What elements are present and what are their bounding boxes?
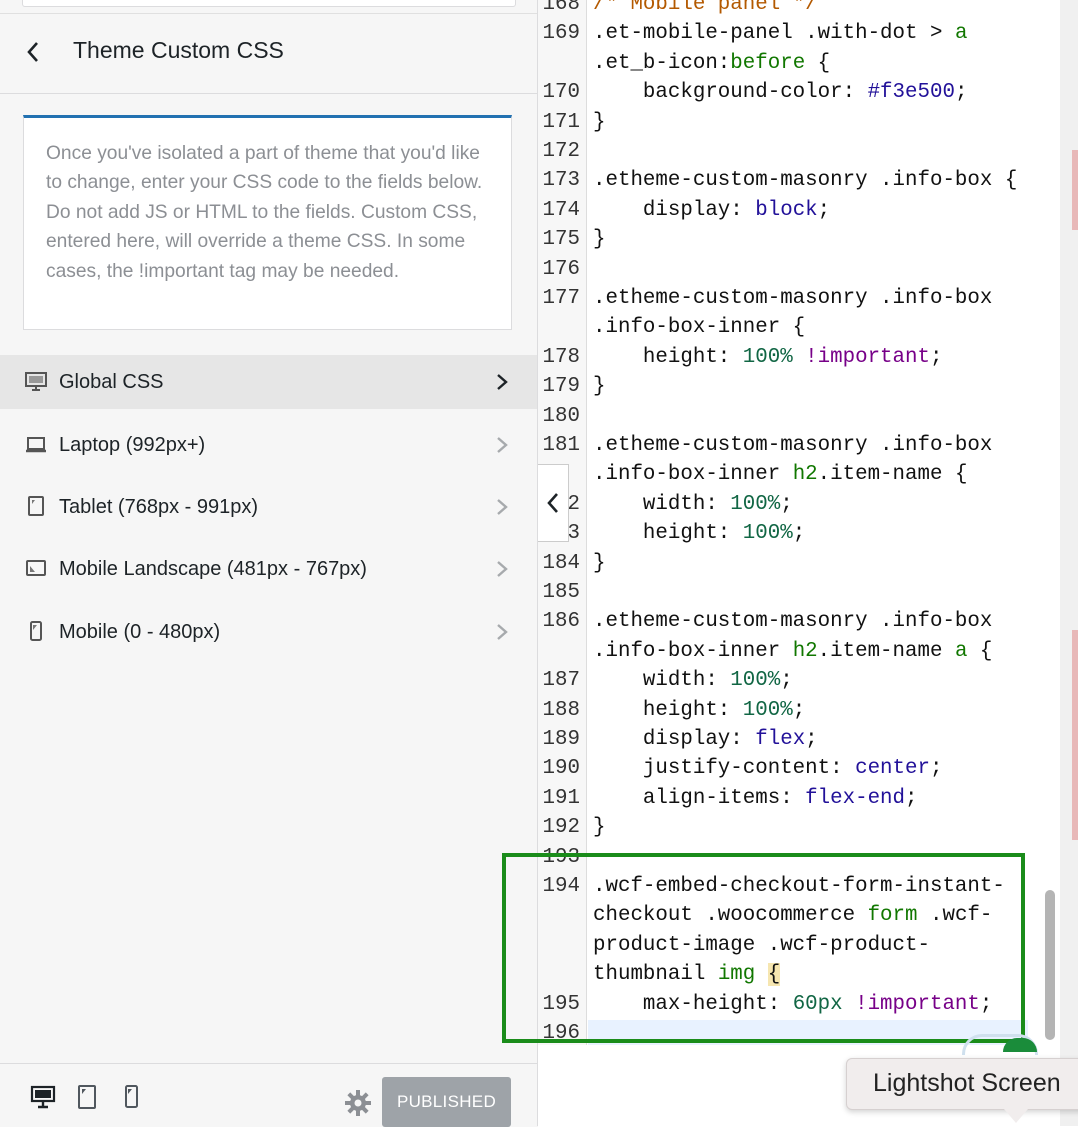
preview-fragment <box>1072 150 1078 230</box>
code-line: .etheme-custom-masonry .info-box <box>593 287 993 310</box>
line-number: 181 <box>542 434 580 457</box>
code-line: } <box>593 551 606 575</box>
publish-button[interactable]: PUBLISHED <box>382 1077 511 1127</box>
code-line: } <box>593 228 606 252</box>
menu-item-global-css[interactable]: Global CSS <box>0 355 538 409</box>
code-line: display: flex; <box>593 728 818 751</box>
desktop-icon <box>25 372 47 391</box>
line-number: 192 <box>542 816 580 840</box>
code-line: .et-mobile-panel .with-dot > a <box>593 22 968 46</box>
line-number: 175 <box>542 228 580 252</box>
line-number: 185 <box>542 581 580 604</box>
highlight-annotation-box <box>502 853 1025 1043</box>
code-line: display: block; <box>593 198 831 222</box>
gear-icon[interactable] <box>344 1089 372 1117</box>
code-line: width: 100%; <box>593 492 793 516</box>
laptop-icon <box>26 437 46 453</box>
description-box: Once you've isolated a part of theme tha… <box>23 115 512 330</box>
code-line: } <box>593 110 606 134</box>
line-number: 173 <box>542 169 580 193</box>
code-line: } <box>593 816 606 840</box>
chevron-right-icon <box>497 374 508 390</box>
menu-item-mobile-landscape[interactable]: Mobile Landscape (481px - 767px) <box>0 542 538 596</box>
code-line: height: 100%; <box>593 698 806 722</box>
previous-section-box <box>22 0 516 7</box>
menu-item-label: Global CSS <box>59 370 164 393</box>
header-divider <box>0 13 538 14</box>
code-line: .info-box-inner { <box>593 316 806 340</box>
customizer-footer: PUBLISHED <box>0 1063 538 1127</box>
code-line: height: 100%; <box>593 522 806 546</box>
line-number: 168 <box>542 0 580 16</box>
line-number: 180 <box>542 404 580 428</box>
menu-item-tablet[interactable]: Tablet (768px - 991px) <box>0 480 538 534</box>
code-line: .etheme-custom-masonry .info-box { <box>593 169 1018 193</box>
chevron-right-icon <box>497 561 508 577</box>
code-line: justify-content: center; <box>593 757 943 781</box>
line-number: 170 <box>542 81 580 105</box>
menu-item-label: Mobile (0 - 480px) <box>59 620 221 643</box>
line-number: 190 <box>542 757 580 781</box>
header-separator <box>0 93 538 94</box>
chevron-right-icon <box>497 624 508 640</box>
mobile-preview-icon[interactable] <box>118 1084 144 1110</box>
editor-scrollbar[interactable] <box>1045 890 1055 1040</box>
menu-item-label: Mobile Landscape (481px - 767px) <box>59 557 367 580</box>
preview-fragment <box>1072 630 1078 840</box>
back-button[interactable] <box>18 36 48 68</box>
line-number: 169 <box>542 22 580 46</box>
mobile-landscape-icon <box>26 560 46 576</box>
line-number: 177 <box>542 287 580 310</box>
line-number: 189 <box>542 728 580 751</box>
chevron-left-icon <box>547 493 558 513</box>
code-line: /* Mobile panel */ <box>593 0 818 16</box>
line-number: 179 <box>542 375 580 399</box>
line-number: 176 <box>542 257 580 281</box>
menu-item-label: Tablet (768px - 991px) <box>59 495 259 518</box>
menu-item-label: Laptop (992px+) <box>59 433 206 456</box>
page-title: Theme Custom CSS <box>73 37 284 63</box>
line-number: 191 <box>542 786 580 810</box>
menu-item-laptop[interactable]: Laptop (992px+) <box>0 418 538 472</box>
mobile-icon <box>30 621 42 641</box>
chevron-left-icon <box>27 42 38 62</box>
chevron-right-icon <box>497 437 508 453</box>
code-line: .info-box-inner h2.item-name a { <box>593 639 993 663</box>
desktop-preview-icon[interactable] <box>30 1084 56 1110</box>
tablet-preview-icon[interactable] <box>74 1084 100 1110</box>
line-number: 174 <box>542 198 580 222</box>
line-number: 188 <box>542 698 580 722</box>
line-number: 187 <box>542 669 580 693</box>
chevron-right-icon <box>497 499 508 515</box>
line-number: 172 <box>542 140 580 163</box>
line-number: 186 <box>542 610 580 634</box>
code-line: .info-box-inner h2.item-name { <box>593 463 968 487</box>
customizer-sidebar: Theme Custom CSS Once you've isolated a … <box>0 0 538 1127</box>
collapse-panel-button[interactable] <box>538 464 569 542</box>
code-line: align-items: flex-end; <box>593 786 918 810</box>
tooltip-arrow <box>1004 1109 1028 1123</box>
code-line: .etheme-custom-masonry .info-box <box>593 610 993 634</box>
code-line: height: 100% !important; <box>593 345 943 369</box>
line-number: 184 <box>542 551 580 575</box>
code-line: .etheme-custom-masonry .info-box <box>593 434 993 457</box>
code-line: } <box>593 375 606 399</box>
code-line: .et_b-icon:before { <box>593 51 831 75</box>
code-line: background-color: #f3e500; <box>593 81 968 105</box>
code-line: width: 100%; <box>593 669 793 693</box>
menu-item-mobile[interactable]: Mobile (0 - 480px) <box>0 605 538 659</box>
line-number: 178 <box>542 345 580 369</box>
line-number: 171 <box>542 110 580 134</box>
tablet-icon <box>28 496 44 516</box>
lightshot-tooltip: Lightshot Screen <box>846 1058 1078 1110</box>
